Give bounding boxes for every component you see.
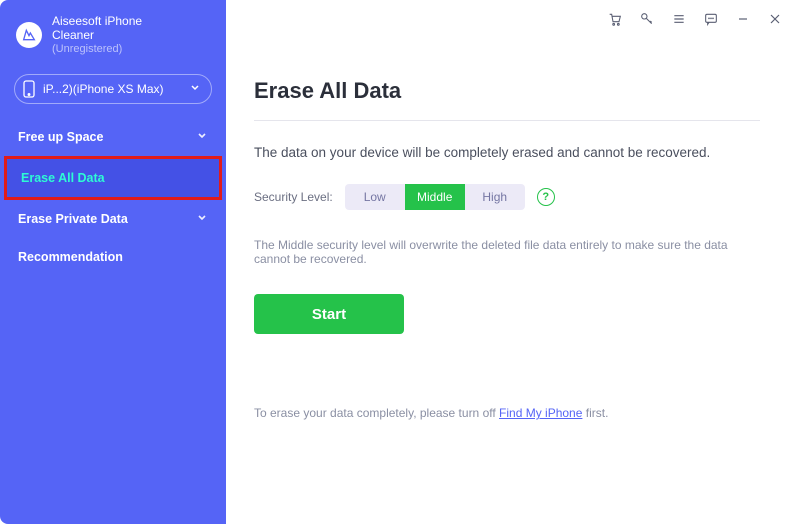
sidebar-item-label: Erase Private Data bbox=[18, 212, 128, 226]
titlebar-controls bbox=[606, 10, 784, 28]
footnote-pre: To erase your data completely, please tu… bbox=[254, 406, 499, 420]
security-level-high[interactable]: High bbox=[465, 184, 525, 210]
chevron-down-icon bbox=[189, 81, 201, 96]
close-icon[interactable] bbox=[766, 10, 784, 28]
divider bbox=[254, 120, 760, 121]
find-my-iphone-link[interactable]: Find My iPhone bbox=[499, 406, 582, 420]
brand-text: Aiseesoft iPhone Cleaner (Unregistered) bbox=[52, 14, 142, 56]
brand-block: Aiseesoft iPhone Cleaner (Unregistered) bbox=[0, 4, 226, 70]
chevron-down-icon bbox=[196, 211, 208, 226]
sidebar-item-label: Erase All Data bbox=[21, 171, 105, 185]
sidebar-item-label: Free up Space bbox=[18, 130, 103, 144]
security-level-low[interactable]: Low bbox=[345, 184, 405, 210]
app-title-line1: Aiseesoft iPhone bbox=[52, 14, 142, 28]
security-level-middle[interactable]: Middle bbox=[405, 184, 465, 210]
start-button[interactable]: Start bbox=[254, 294, 404, 334]
key-icon[interactable] bbox=[638, 10, 656, 28]
sidebar-item-free-up-space[interactable]: Free up Space bbox=[0, 118, 226, 156]
app-title-line2: Cleaner bbox=[52, 28, 142, 42]
device-label: iP...2)(iPhone XS Max) bbox=[43, 82, 164, 96]
app-registration-status: (Unregistered) bbox=[52, 43, 142, 56]
phone-icon bbox=[23, 80, 35, 98]
sidebar-nav: Free up Space Erase All Data Erase Priva… bbox=[0, 118, 226, 276]
security-level-label: Security Level: bbox=[254, 190, 333, 204]
help-icon[interactable]: ? bbox=[537, 188, 555, 206]
sidebar-item-recommendation[interactable]: Recommendation bbox=[0, 238, 226, 276]
security-level-segmented: Low Middle High bbox=[345, 184, 525, 210]
security-level-hint: The Middle security level will overwrite… bbox=[254, 238, 760, 266]
main-panel: Erase All Data The data on your device w… bbox=[226, 0, 800, 524]
sidebar-item-erase-private-data[interactable]: Erase Private Data bbox=[0, 200, 226, 238]
chevron-down-icon bbox=[196, 129, 208, 144]
menu-icon[interactable] bbox=[670, 10, 688, 28]
cart-icon[interactable] bbox=[606, 10, 624, 28]
sidebar: Aiseesoft iPhone Cleaner (Unregistered) … bbox=[0, 0, 226, 524]
sidebar-item-label: Recommendation bbox=[18, 250, 123, 264]
footnote: To erase your data completely, please tu… bbox=[254, 406, 760, 420]
sidebar-item-erase-all-data[interactable]: Erase All Data bbox=[7, 159, 219, 197]
page-title: Erase All Data bbox=[254, 78, 760, 104]
feedback-icon[interactable] bbox=[702, 10, 720, 28]
highlighted-selection-box: Erase All Data bbox=[4, 156, 222, 200]
warning-text: The data on your device will be complete… bbox=[254, 145, 760, 160]
footnote-post: first. bbox=[582, 406, 608, 420]
device-selector[interactable]: iP...2)(iPhone XS Max) bbox=[14, 74, 212, 104]
app-logo-icon bbox=[16, 22, 42, 48]
app-window: Aiseesoft iPhone Cleaner (Unregistered) … bbox=[0, 0, 800, 524]
minimize-icon[interactable] bbox=[734, 10, 752, 28]
security-level-row: Security Level: Low Middle High ? bbox=[254, 184, 760, 210]
